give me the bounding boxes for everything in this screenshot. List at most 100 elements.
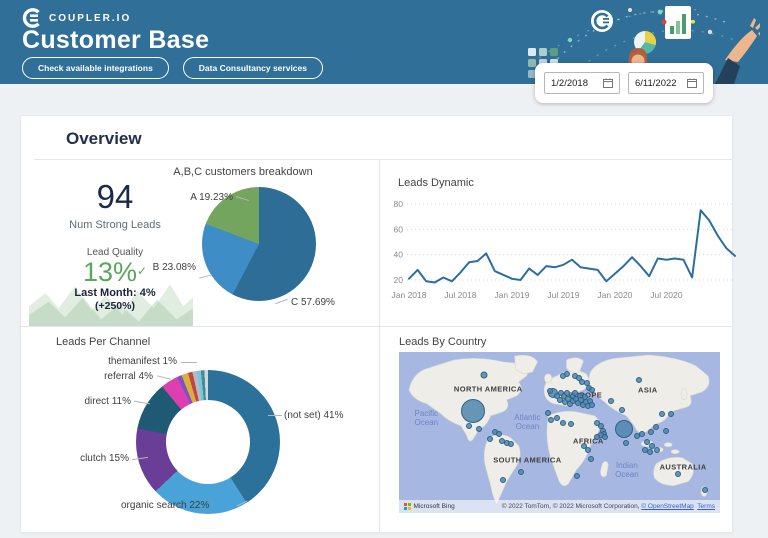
lead-bubble[interactable] <box>701 486 708 493</box>
start-date-field[interactable] <box>544 72 620 94</box>
lead-bubble[interactable] <box>653 423 660 430</box>
lead-bubble[interactable] <box>559 419 566 426</box>
lead-bubble[interactable] <box>476 426 483 433</box>
lead-bubble[interactable] <box>480 371 488 379</box>
kpi-label: Num Strong Leads <box>69 219 161 231</box>
lead-bubble[interactable] <box>662 427 669 434</box>
strong-leads-kpi: 94 Num Strong Leads <box>47 180 183 231</box>
abc-breakdown-title: A,B,C customers breakdown <box>173 166 313 178</box>
lead-bubble[interactable] <box>545 410 552 417</box>
donut-label-clutch: clutch 15% <box>80 453 129 464</box>
map-attribution-bar: Microsoft Bing © 2022 TomTom, © 2022 Mic… <box>399 500 720 513</box>
donut-label-referral: referral 4% <box>104 371 153 382</box>
continent-label: ASIA <box>638 385 658 395</box>
divider <box>34 159 732 160</box>
logo-text: COUPLER.IO <box>49 12 132 24</box>
lead-bubble[interactable] <box>638 430 645 437</box>
donut-label-organic: organic search 22% <box>121 500 210 511</box>
ocean-label: Indian Ocean <box>615 460 639 479</box>
document-chart-icon <box>661 6 691 39</box>
check-icon: ✓ <box>136 264 148 278</box>
divider <box>21 326 732 327</box>
lead-bubble[interactable] <box>573 472 580 479</box>
lead-bubble[interactable] <box>495 430 502 437</box>
lead-bubble[interactable] <box>647 449 654 456</box>
donut-label-themanifest: themanifest 1% <box>108 356 177 367</box>
leads-dynamic-title: Leads Dynamic <box>398 177 474 189</box>
calendar-icon[interactable] <box>687 78 697 88</box>
openstreetmap-link[interactable]: © OpenStreetMap <box>641 503 693 510</box>
lead-bubble[interactable] <box>500 477 506 484</box>
lead-bubble[interactable] <box>487 436 494 443</box>
coupler-logo-icon <box>22 8 40 28</box>
lead-bubble[interactable] <box>589 386 596 393</box>
section-title: Overview <box>66 129 142 148</box>
last-month-value: Last Month: 4% <box>74 287 156 300</box>
overview-card: Overview 94 Num Strong Leads Lead Qualit… <box>20 115 736 533</box>
data-consultancy-button[interactable]: Data Consultancy services <box>182 57 323 79</box>
lead-bubble[interactable] <box>654 446 661 453</box>
lead-bubble[interactable] <box>623 440 630 447</box>
logo: COUPLER.IO <box>22 8 131 28</box>
donut-label-direct: direct 11% <box>84 396 131 407</box>
lead-bubble[interactable] <box>589 401 596 408</box>
lead-bubble[interactable] <box>564 371 571 378</box>
leads-by-country-title: Leads By Country <box>399 336 487 348</box>
lead-bubble[interactable] <box>466 422 473 429</box>
continent-label: AUSTRALIA <box>659 462 707 472</box>
leads-per-channel-title: Leads Per Channel <box>56 336 151 348</box>
leads-map[interactable]: NORTH AMERICAEUROPEASIASOUTH AMERICAAFRI… <box>399 352 720 513</box>
lead-bubble[interactable] <box>635 376 642 383</box>
svg-text:20: 20 <box>394 275 404 285</box>
continent-label: NORTH AMERICA <box>453 384 523 394</box>
lead-bubble[interactable] <box>587 455 594 462</box>
continent-label: SOUTH AMERICA <box>493 455 562 465</box>
page-title: Customer Base <box>22 26 210 54</box>
lead-quality-value: 13%✓ <box>82 257 148 287</box>
channel-donut-chart[interactable] <box>136 370 280 514</box>
end-date-input[interactable] <box>635 77 687 89</box>
date-range-card <box>535 63 713 103</box>
microsoft-logo-icon <box>404 503 411 510</box>
start-date-input[interactable] <box>551 77 603 89</box>
bing-logo: Microsoft Bing <box>404 503 455 510</box>
lead-bubble[interactable] <box>667 411 674 418</box>
lead-bubble[interactable] <box>614 420 633 439</box>
terms-link[interactable]: Terms <box>697 503 715 510</box>
change-value: (+250%) <box>95 300 135 313</box>
leads-dynamic-chart[interactable]: 20 40 60 80 Jan 2018 Jul 2018 Jan 2019 Jul 2019… <box>387 192 741 304</box>
svg-text:Jan 2019: Jan 2019 <box>494 290 529 300</box>
svg-text:Jul 2019: Jul 2019 <box>547 290 579 300</box>
lead-bubble[interactable] <box>507 441 514 448</box>
lead-bubble[interactable] <box>608 398 615 405</box>
lead-bubble[interactable] <box>546 388 553 395</box>
ocean-label: Atlantic Ocean <box>514 412 541 432</box>
lead-bubble[interactable] <box>567 420 574 427</box>
svg-text:Jul 2020: Jul 2020 <box>650 290 682 300</box>
lead-bubble[interactable] <box>675 471 682 478</box>
lead-bubble[interactable] <box>585 447 592 454</box>
donut-label-notset: (not set) 41% <box>284 410 344 421</box>
lead-bubble[interactable] <box>517 468 524 475</box>
lead-bubble[interactable] <box>658 410 665 417</box>
divider <box>379 160 380 532</box>
pie-label-a: A 19.23% <box>190 192 233 203</box>
lead-quality-kpi: Lead Quality 13%✓ Last Month: 4% (+250%) <box>47 247 183 312</box>
svg-text:40: 40 <box>394 250 404 260</box>
lead-bubble[interactable] <box>553 415 560 422</box>
svg-text:Jan 2020: Jan 2020 <box>597 290 632 300</box>
end-date-field[interactable] <box>628 72 704 94</box>
lead-bubble[interactable] <box>648 429 655 436</box>
lead-bubble[interactable] <box>602 433 609 440</box>
map-copyright: © 2022 TomTom, © 2022 Microsoft Corporat… <box>501 503 715 510</box>
lead-bubble[interactable] <box>618 407 625 414</box>
lead-bubble[interactable] <box>460 399 485 424</box>
pie-label-c: C 57.69% <box>291 297 335 308</box>
svg-text:Jan 2018: Jan 2018 <box>392 290 427 300</box>
lead-bubble[interactable] <box>593 433 600 440</box>
check-integrations-button[interactable]: Check available integrations <box>22 57 169 79</box>
lead-bubble[interactable] <box>633 433 640 440</box>
calendar-icon[interactable] <box>603 78 613 88</box>
svg-text:80: 80 <box>394 199 404 209</box>
ocean-label: Pacific Ocean <box>414 408 439 427</box>
